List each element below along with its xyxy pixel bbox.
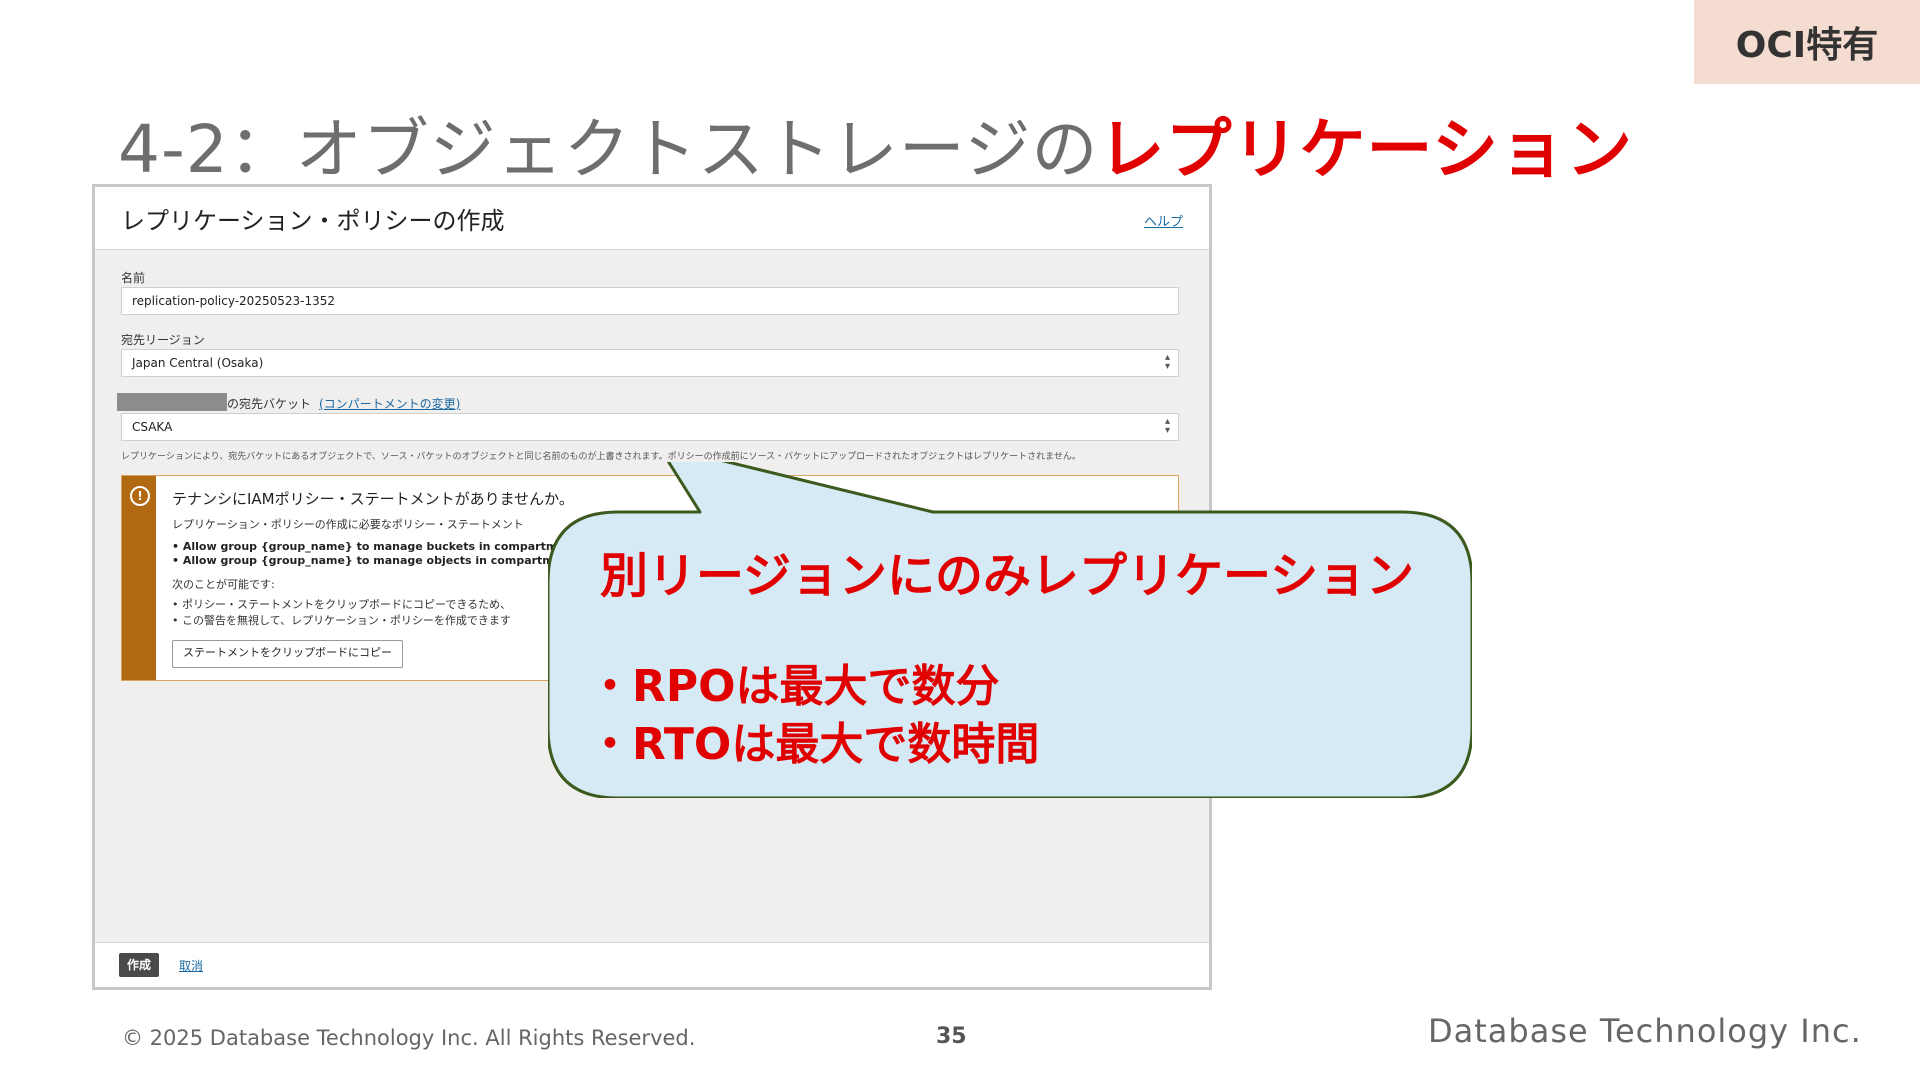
dialog-header: レプリケーション・ポリシーの作成 ヘルプ <box>95 187 1209 250</box>
region-select[interactable]: Japan Central (Osaka) ▴ ▾ <box>121 349 1179 377</box>
oci-specific-badge: OCI特有 <box>1694 0 1920 84</box>
warning-stripe <box>122 476 156 680</box>
callout-bubble: 別リージョンにのみレプリケーション ・RPOは最大で数分 ・RTOは最大で数時間 <box>548 462 1472 798</box>
name-input[interactable]: replication-policy-20250523-1352 <box>121 287 1179 315</box>
name-label: 名前 <box>121 271 146 285</box>
dialog-footer: 作成 取消 <box>95 942 1209 987</box>
select-arrows-icon: ▴ ▾ <box>1164 352 1170 372</box>
policy-statement: • Allow group {group_name} to manage obj… <box>172 554 575 567</box>
cancel-link[interactable]: 取消 <box>179 957 203 974</box>
warning-subtitle: レプリケーション・ポリシーの作成に必要なポリシー・ステートメント <box>172 518 524 531</box>
help-link[interactable]: ヘルプ <box>1144 211 1183 230</box>
region-label: 宛先リージョン <box>121 333 205 347</box>
page-number: 35 <box>936 1024 967 1049</box>
copyright-text: © 2025 Database Technology Inc. All Righ… <box>122 1026 696 1050</box>
warning-option: • この警告を無視して、レプリケーション・ポリシーを作成できます <box>172 614 511 627</box>
copy-statement-button[interactable]: ステートメントをクリップボードにコピー <box>172 640 403 668</box>
warning-title: テナンシにIAMポリシー・ステートメントがありませんか。 <box>172 490 574 508</box>
create-button[interactable]: 作成 <box>119 953 159 977</box>
slide-title: 4-2：オブジェクトストレージのレプリケーション <box>118 96 1633 192</box>
slide-title-accent: レプリケーション <box>1098 111 1634 188</box>
slide-title-prefix: 4-2：オブジェクトストレージの <box>118 111 1099 188</box>
warning-icon: ! <box>130 486 150 506</box>
callout-item-rpo: ・RPOは最大で数分 <box>588 661 1000 712</box>
callout-item-rto: ・RTOは最大で数時間 <box>588 719 1040 770</box>
callout-heading: 別リージョンにのみレプリケーション <box>600 548 1415 604</box>
warning-options-label: 次のことが可能です: <box>172 578 275 591</box>
redacted-text <box>117 393 227 411</box>
company-logo: Database Technology Inc. <box>1428 1012 1862 1050</box>
bucket-label: の宛先バケット <box>227 397 312 411</box>
region-select-value: Japan Central (Osaka) <box>132 356 264 370</box>
select-arrows-icon: ▴ ▾ <box>1164 416 1170 436</box>
replication-help-text: レプリケーションにより、宛先バケットにあるオブジェクトで、ソース・バケットのオブ… <box>121 452 1081 462</box>
warning-option: • ポリシー・ステートメントをクリップボードにコピーできるため、 <box>172 598 512 611</box>
change-compartment-link[interactable]: (コンパートメントの変更) <box>319 395 460 412</box>
policy-statement: • Allow group {group_name} to manage buc… <box>172 540 578 553</box>
dialog-title: レプリケーション・ポリシーの作成 <box>121 207 505 235</box>
bucket-select[interactable]: CSAKA ▴ ▾ <box>121 413 1179 441</box>
bucket-select-value: CSAKA <box>132 420 173 434</box>
